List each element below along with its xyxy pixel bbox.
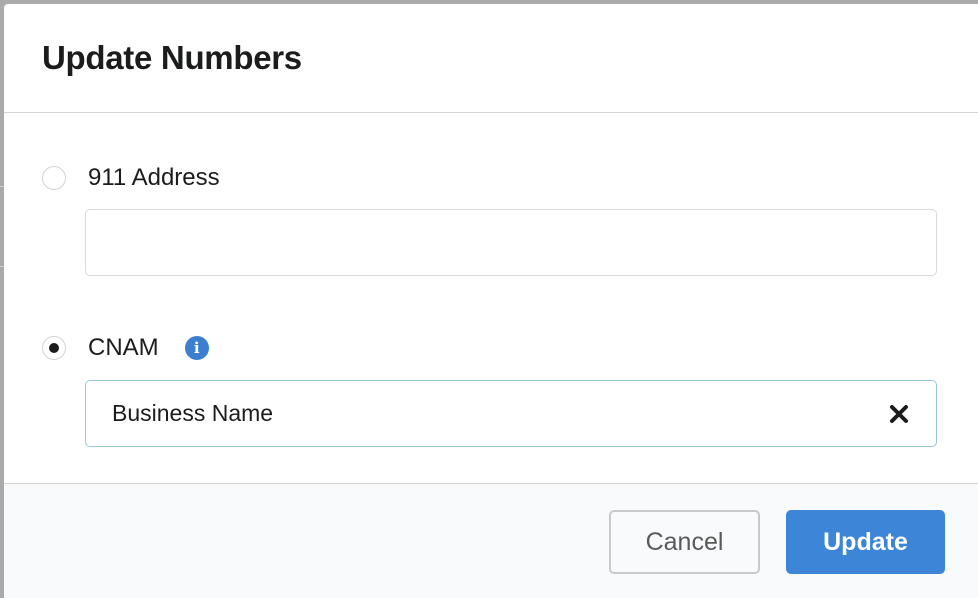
cnam-input[interactable]: Business Name <box>85 380 937 447</box>
info-circle-icon[interactable]: i <box>184 336 209 360</box>
radio-cnam[interactable] <box>42 336 66 360</box>
modal-body: 911 Address CNAM i Business Name <box>4 113 978 483</box>
radio-option-cnam[interactable]: CNAM i <box>42 334 209 362</box>
modal-title: Update Numbers <box>42 39 302 76</box>
update-button[interactable]: Update <box>786 510 945 574</box>
cnam-input-value: Business Name <box>112 400 274 426</box>
close-icon[interactable] <box>888 403 910 425</box>
modal-actions: Cancel Update <box>4 483 978 598</box>
radio-911-address[interactable] <box>42 166 66 190</box>
radio-option-911-address[interactable]: 911 Address <box>42 164 220 192</box>
cancel-button[interactable]: Cancel <box>609 510 760 574</box>
radio-label-cnam: CNAM <box>88 334 159 361</box>
modal-header: Update Numbers <box>4 4 978 113</box>
address-input[interactable] <box>85 209 937 276</box>
update-numbers-modal: Update Numbers 911 Address CNAM i Busine… <box>4 4 978 598</box>
radio-label-911-address: 911 Address <box>88 164 220 191</box>
radio-selected-dot <box>49 343 59 353</box>
